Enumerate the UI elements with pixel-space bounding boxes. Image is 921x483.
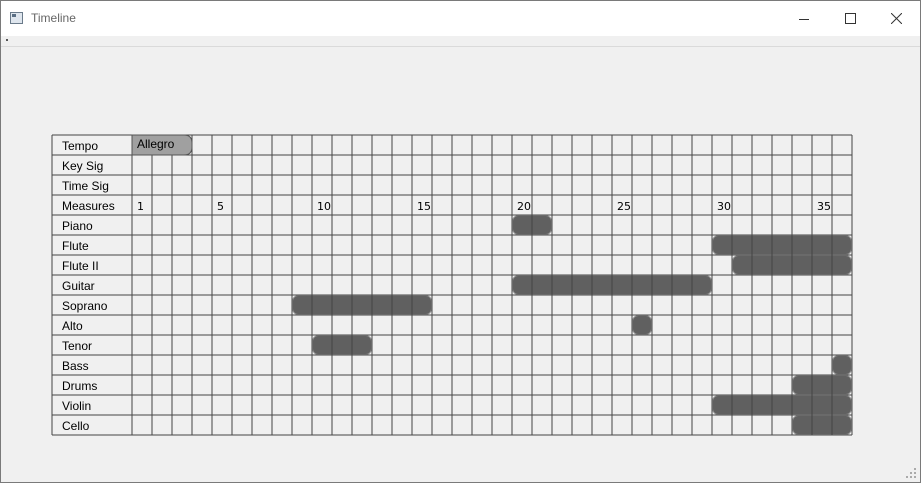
row-label: Measures (62, 199, 115, 213)
track-block[interactable] (292, 295, 432, 315)
measure-number: 1 (137, 200, 144, 213)
minimize-icon (799, 18, 809, 20)
close-button[interactable] (873, 1, 919, 36)
row-label: Flute II (62, 259, 99, 273)
menu-grip-dot (6, 39, 8, 41)
maximize-button[interactable] (827, 1, 873, 36)
resize-grip-icon[interactable] (905, 467, 917, 479)
track-block[interactable] (832, 355, 852, 375)
minimize-button[interactable] (781, 1, 827, 36)
row-label: Tenor (62, 339, 92, 353)
row-label: Soprano (62, 299, 108, 313)
menu-strip (1, 36, 920, 47)
row-label: Violin (62, 399, 91, 413)
measure-number: 35 (817, 200, 831, 213)
track-block[interactable] (792, 375, 852, 395)
track-block[interactable] (712, 235, 852, 255)
row-label: Time Sig (62, 179, 109, 193)
row-label: Drums (62, 379, 97, 393)
title-bar[interactable]: Timeline (1, 1, 920, 36)
close-icon (890, 13, 902, 24)
window-title: Timeline (31, 11, 76, 25)
row-label: Piano (62, 219, 93, 233)
row-label: Flute (62, 239, 89, 253)
track-block[interactable] (632, 315, 652, 335)
measure-number: 20 (517, 200, 531, 213)
track-block[interactable] (312, 335, 372, 355)
track-block[interactable] (712, 395, 852, 415)
timeline-grid[interactable]: TempoKey SigTime SigMeasures 1 5 10 15 20 25 30… (51, 134, 853, 436)
measure-number: 25 (617, 200, 631, 213)
measure-number: 5 (217, 200, 224, 213)
row-label: Cello (62, 419, 90, 433)
track-block[interactable] (792, 415, 852, 435)
row-label: Guitar (62, 279, 95, 293)
app-icon (10, 12, 23, 24)
row-label: Alto (62, 319, 83, 333)
timeline-window: Timeline Tempo Key Sig Time Sig Measures 1 5 1… (0, 0, 921, 483)
row-label: Tempo (62, 139, 98, 153)
row-label: Key Sig (62, 159, 103, 173)
maximize-icon (844, 13, 856, 24)
measure-number: 30 (717, 200, 731, 213)
row-label: Bass (62, 359, 89, 373)
measure-number: 10 (317, 200, 331, 213)
measure-number: 15 (417, 200, 431, 213)
tempo-marker-label: Allegro (137, 137, 175, 151)
